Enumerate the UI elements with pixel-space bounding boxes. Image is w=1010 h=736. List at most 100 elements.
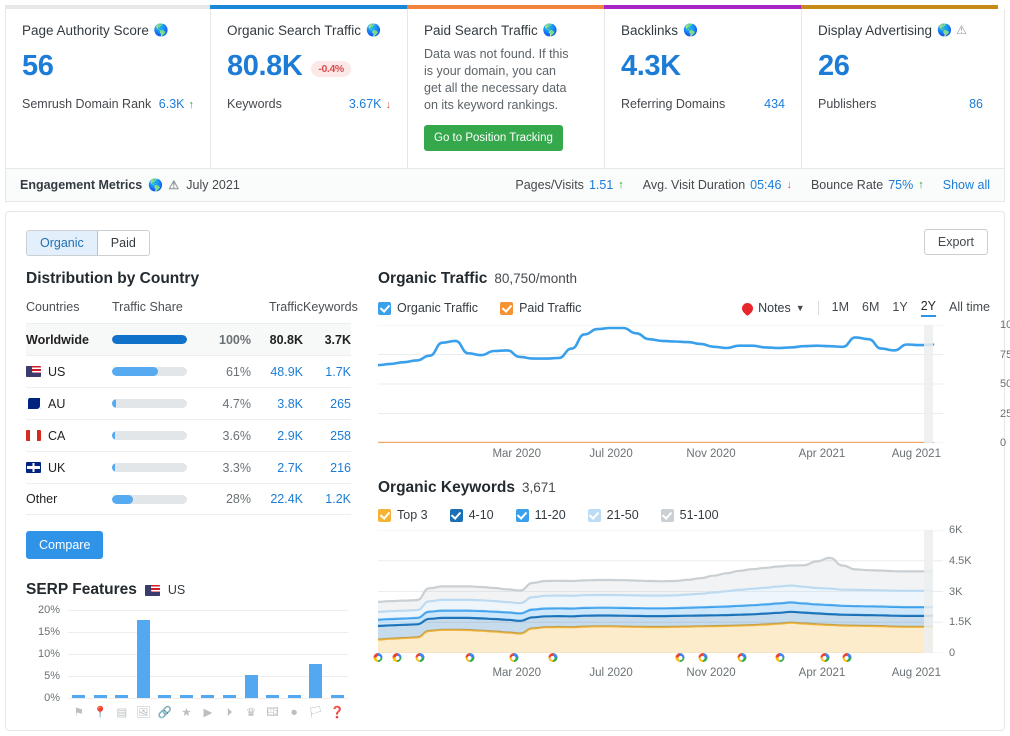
google-update-icon[interactable]: [392, 653, 402, 665]
engagement-metric-value: 1.51: [588, 178, 614, 192]
row-country: Other: [26, 492, 112, 506]
x-tick: Aug 2021: [891, 448, 941, 460]
tab-organic[interactable]: Organic: [27, 231, 98, 255]
table-row[interactable]: Worldwide 100% 80.8K 3.7K: [26, 323, 351, 355]
serp-bar-reviews[interactable]: [111, 610, 133, 698]
google-update-icon[interactable]: [737, 653, 747, 665]
card-paid-search-traffic[interactable]: Paid Search Traffic 🌎 Data was not found. …: [408, 9, 605, 168]
serp-y-tick: 10%: [37, 648, 60, 660]
serp-bar-local-pack[interactable]: [90, 610, 112, 698]
tab-paid[interactable]: Paid: [97, 231, 149, 255]
featured-link-icon: 🔗: [157, 707, 173, 719]
card-sub-value[interactable]: 6.3K: [159, 97, 185, 111]
globe-icon: 🌎: [937, 23, 953, 37]
organic-paid-toggle[interactable]: Organic Paid: [26, 230, 150, 256]
checkbox-icon[interactable]: [515, 508, 529, 522]
time-range-selector[interactable]: 1M 6M 1Y 2Y All time: [832, 299, 990, 317]
checkbox-icon[interactable]: [378, 301, 391, 315]
go-to-position-tracking-button[interactable]: Go to Position Tracking: [424, 125, 563, 151]
notes-dropdown[interactable]: Notes ▼: [739, 300, 805, 316]
row-traffic[interactable]: 2.7K: [251, 461, 303, 475]
row-keywords[interactable]: 1.7K: [303, 365, 351, 379]
organic-keywords-legend-item[interactable]: 21-50: [587, 508, 639, 522]
serp-bar-video-player[interactable]: [283, 610, 305, 698]
serp-bar-video-carousel[interactable]: [219, 610, 241, 698]
show-all-link[interactable]: Show all: [943, 178, 990, 192]
organic-keywords-legend-item[interactable]: 51-100: [660, 508, 719, 522]
table-row[interactable]: CA 3.6% 2.9K 258: [26, 419, 351, 451]
range-1m[interactable]: 1M: [832, 300, 849, 316]
organic-traffic-legend-item[interactable]: Paid Traffic: [500, 301, 581, 315]
serp-bar-faq[interactable]: [305, 610, 327, 698]
row-keywords[interactable]: 216: [303, 461, 351, 475]
checkbox-icon[interactable]: [449, 508, 463, 522]
engagement-metrics-bar: Engagement Metrics 🌎 ⚠ July 2021 Pages/V…: [5, 169, 1005, 202]
card-sub-value[interactable]: 86: [969, 97, 983, 111]
x-tick: Jul 2020: [589, 448, 633, 460]
warning-icon: ⚠: [956, 23, 967, 37]
range-1y[interactable]: 1Y: [892, 300, 907, 316]
row-keywords[interactable]: 1.2K: [303, 492, 351, 506]
card-sub-value[interactable]: 3.67K: [349, 97, 382, 111]
table-row[interactable]: UK 3.3% 2.7K 216: [26, 451, 351, 483]
checkbox-icon[interactable]: [378, 508, 391, 522]
serp-bar-top-stories[interactable]: [240, 610, 262, 698]
checkbox-icon[interactable]: [660, 508, 674, 522]
table-row[interactable]: Other 28% 22.4K 1.2K: [26, 483, 351, 515]
google-update-icon[interactable]: [820, 653, 830, 665]
serp-bar-featured-snippet[interactable]: [176, 610, 198, 698]
card-backlinks[interactable]: Backlinks 🌎 4.3K Referring Domains 434: [605, 9, 802, 168]
range-all-time[interactable]: All time: [949, 300, 990, 316]
organic-traffic-y-axis: 0 25K 50K 75K 100K: [994, 319, 1010, 449]
organic-keywords-legend: Top 3 4-10 11-20 21-50 51-100: [378, 508, 741, 522]
google-update-icon[interactable]: [675, 653, 685, 665]
overview-main-panel: Organic Paid Export Distribution by Count…: [5, 211, 1010, 731]
serp-bar-video[interactable]: [197, 610, 219, 698]
row-country-label: Other: [26, 492, 58, 506]
organic-traffic-legend-item[interactable]: Organic Traffic: [378, 301, 478, 315]
row-traffic[interactable]: 3.8K: [251, 397, 303, 411]
row-traffic[interactable]: 22.4K: [251, 492, 303, 506]
card-sub-value[interactable]: 434: [764, 97, 785, 111]
google-update-icon[interactable]: [842, 653, 852, 665]
row-share-pct: 4.7%: [222, 396, 252, 411]
serp-bar-image-pack[interactable]: [133, 610, 155, 698]
serp-bar-sitelinks[interactable]: [68, 610, 90, 698]
card-page-authority-score[interactable]: Page Authority Score 🌎 56 Semrush Domain Ra…: [6, 9, 211, 168]
organic-keywords-legend-item[interactable]: 11-20: [515, 508, 566, 522]
organic-keywords-legend-item[interactable]: 4-10: [449, 508, 494, 522]
row-keywords[interactable]: 265: [303, 397, 351, 411]
google-update-icon[interactable]: [373, 653, 383, 665]
export-button[interactable]: Export: [923, 229, 988, 255]
card-display-advertising[interactable]: Display Advertising 🌎 ⚠ 26 Publishers 86: [802, 9, 999, 168]
table-row[interactable]: AU 4.7% 3.8K 265: [26, 387, 351, 419]
organic-traffic-chart: 0 25K 50K 75K 100K Mar 2020 Jul 2020 Nov 2020 A…: [376, 319, 1010, 463]
globe-icon: 🌎: [148, 177, 164, 192]
serp-bar-people-also-ask[interactable]: [326, 610, 348, 698]
table-row[interactable]: US 61% 48.9K 1.7K: [26, 355, 351, 387]
card-value-text: 56: [22, 50, 54, 82]
organic-keywords-legend-item[interactable]: Top 3: [378, 508, 428, 522]
google-update-icon[interactable]: [548, 653, 558, 665]
checkbox-icon[interactable]: [587, 508, 601, 522]
compare-button[interactable]: Compare: [26, 531, 104, 559]
card-organic-search-traffic[interactable]: Organic Search Traffic 🌎 80.8K -0.4% Keyword…: [211, 9, 408, 168]
row-keywords[interactable]: 258: [303, 429, 351, 443]
google-update-icon[interactable]: [775, 653, 785, 665]
serp-bar-featured-link[interactable]: [154, 610, 176, 698]
card-value-text: 80.8K: [227, 50, 303, 82]
google-update-icon[interactable]: [465, 653, 475, 665]
google-update-icon[interactable]: [698, 653, 708, 665]
chart-controls: Notes ▼ 1M 6M 1Y 2Y All time: [739, 299, 990, 317]
range-2y[interactable]: 2Y: [920, 299, 937, 317]
checkbox-icon[interactable]: [500, 301, 514, 315]
google-update-icon[interactable]: [415, 653, 425, 665]
card-title-text: Display Advertising: [818, 23, 933, 38]
range-6m[interactable]: 6M: [862, 300, 879, 316]
card-sub-label: Publishers: [818, 97, 877, 111]
row-traffic[interactable]: 2.9K: [251, 429, 303, 443]
image-pack-icon: 🖼: [136, 707, 151, 719]
serp-bar-image[interactable]: [262, 610, 284, 698]
row-traffic[interactable]: 48.9K: [251, 365, 303, 379]
google-update-icon[interactable]: [509, 653, 519, 665]
